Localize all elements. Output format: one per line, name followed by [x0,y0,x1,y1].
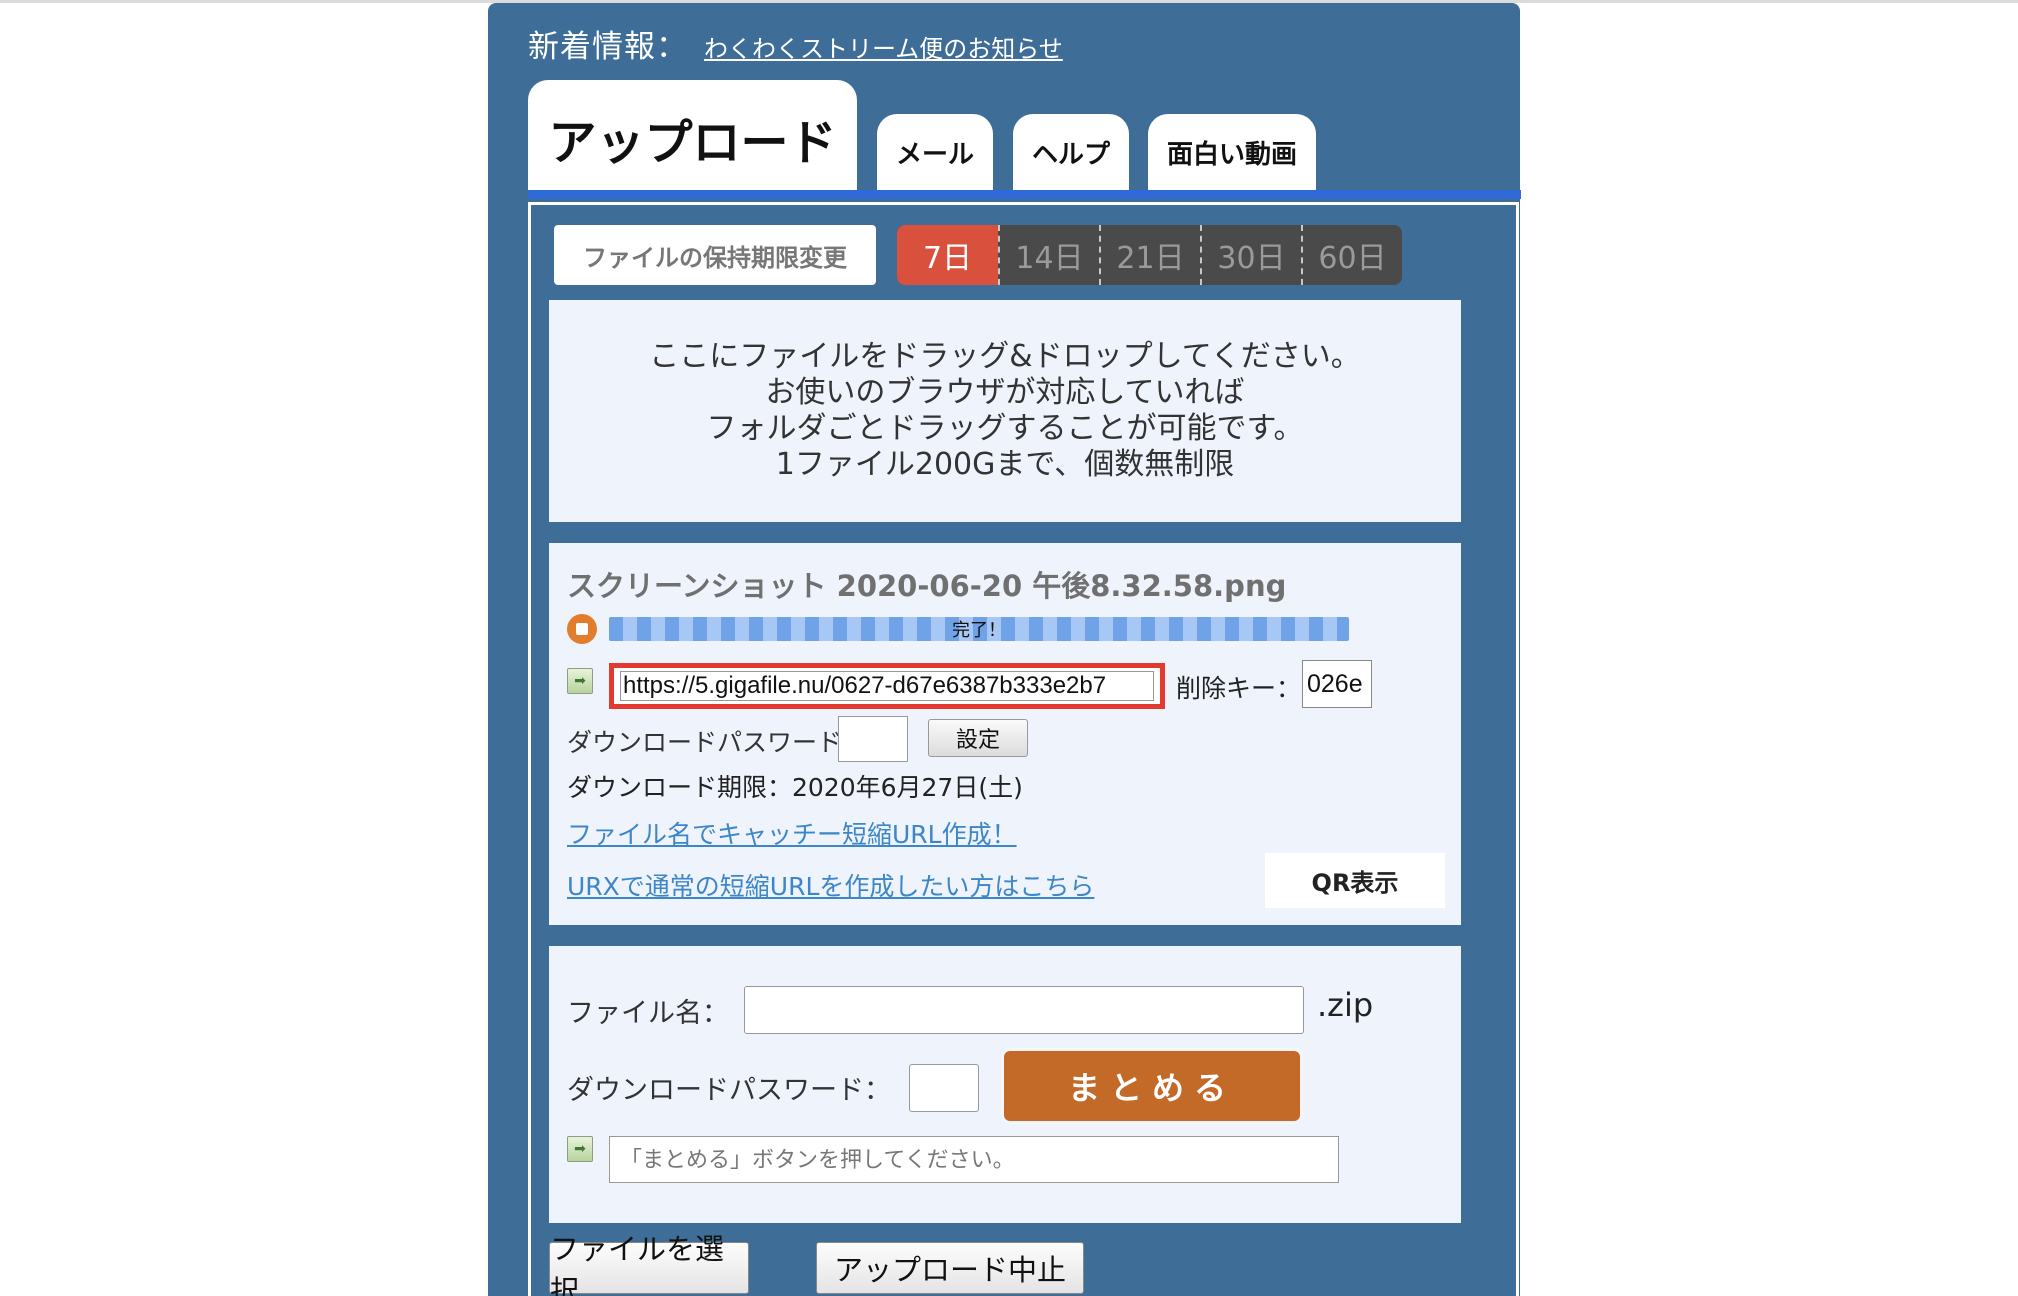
upload-content: ファイルの保持期限変更 7日 14日 21日 30日 60日 ここにファイルをド… [528,202,1519,1296]
zip-password-label: ダウンロードパスワード： [567,1075,891,1106]
upload-panel: 新着情報： わくわくストリーム便のお知らせ アップロード メール ヘルプ 面白い… [488,3,1521,1296]
tab-video[interactable]: 面白い動画 [1148,114,1316,190]
retention-option-30[interactable]: 30日 [1200,225,1301,285]
urx-short-url-link[interactable]: URXで通常の短縮URLを作成したい方はこちら [567,867,1094,903]
zip-combine-card: ファイル名： .zip ダウンロードパスワード： まとめる ➡ [549,946,1461,1223]
news-bar: 新着情報： わくわくストリーム便のお知らせ [528,21,1063,66]
tab-mail[interactable]: メール [877,114,993,190]
download-password-input[interactable] [838,716,908,762]
drop-zone[interactable]: ここにファイルをドラッグ&ドロップしてください。 お使いのブラウザが対応していれ… [549,300,1461,522]
set-password-button[interactable]: 設定 [928,719,1028,757]
zip-password-input[interactable] [909,1064,979,1112]
download-url-field[interactable] [609,663,1165,709]
retention-option-60[interactable]: 60日 [1301,225,1402,285]
zip-extension: .zip [1317,986,1374,1024]
select-file-button[interactable]: ファイルを選択 [549,1232,749,1296]
zip-filename-input[interactable] [744,986,1304,1034]
tab-help[interactable]: ヘルプ [1013,114,1129,190]
tab-upload[interactable]: アップロード [528,80,857,190]
news-label: 新着情報： [528,29,688,65]
cancel-upload-button[interactable]: アップロード中止 [816,1242,1084,1294]
download-password-label: ダウンロードパスワード： [567,728,868,757]
catchy-short-url-link[interactable]: ファイル名でキャッチー短縮URL作成！ [567,815,1017,851]
delete-key-label: 削除キー： [1176,674,1302,703]
combined-url-field[interactable] [609,1136,1339,1183]
qr-display-button[interactable]: QR表示 [1265,853,1445,908]
retention-options: 7日 14日 21日 30日 60日 [897,225,1402,285]
download-url-input[interactable] [620,671,1154,701]
drop-zone-text-4: 1ファイル200Gまで、個数無制限 [775,447,1235,482]
drop-zone-text-3: フォルダごとドラッグすることが可能です。 [706,411,1304,446]
tab-strip [528,190,1521,199]
link-arrow-icon: ➡ [567,668,593,694]
retention-option-7[interactable]: 7日 [897,225,998,285]
retention-option-21[interactable]: 21日 [1099,225,1200,285]
download-limit: ダウンロード期限：2020年6月27日(土) [567,773,1023,802]
file-name: スクリーンショット 2020-06-20 午後8.32.58.png [567,569,1287,603]
zip-filename-label: ファイル名： [567,998,729,1029]
progress-bar: 完了！ [609,617,1349,641]
retention-option-14[interactable]: 14日 [998,225,1099,285]
drop-zone-text-2: お使いのブラウザが対応していれば [765,375,1245,410]
uploaded-file-card: スクリーンショット 2020-06-20 午後8.32.58.png 完了！ ➡… [549,543,1461,925]
combine-button[interactable]: まとめる [1004,1051,1300,1121]
retention-label: ファイルの保持期限変更 [554,225,876,285]
progress-status: 完了！ [952,620,1006,641]
delete-key-input[interactable] [1302,660,1372,708]
stop-icon[interactable] [567,614,597,644]
drop-zone-text-1: ここにファイルをドラッグ&ドロップしてください。 [649,339,1361,374]
news-link[interactable]: わくわくストリーム便のお知らせ [704,29,1063,64]
link-arrow-icon: ➡ [567,1136,593,1162]
